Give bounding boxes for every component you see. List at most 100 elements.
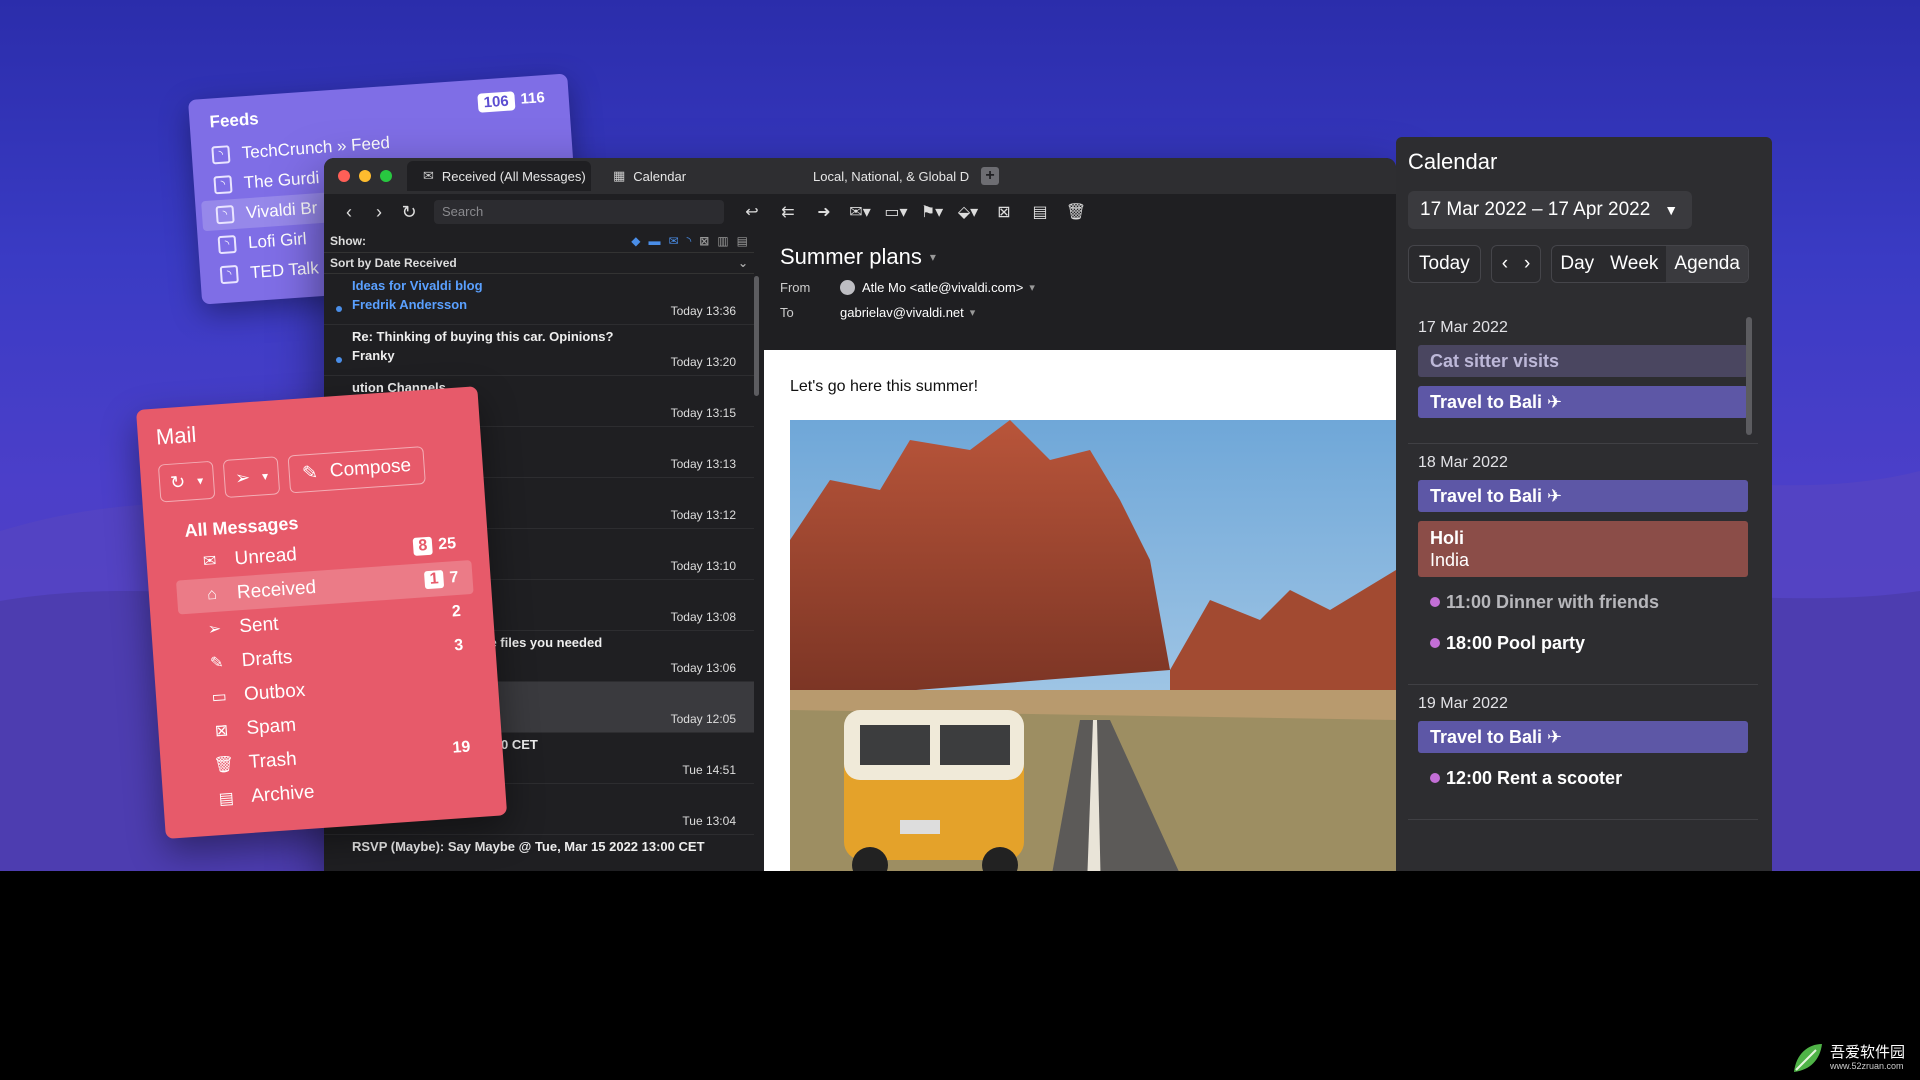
folder-counts: 2 — [451, 603, 461, 622]
send-icon: ➢ — [234, 466, 251, 488]
desktop-background: Feeds 106 116 ◝ TechCrunch » Feed ◝ The Gu… — [0, 0, 1920, 871]
filter-spam-icon[interactable]: ⊠ — [699, 234, 709, 248]
date-range-dropdown[interactable]: 17 Mar 2022 – 17 Apr 2022 ▼ — [1408, 191, 1693, 229]
toolbar: ‹ › ↻ Search ↩ ⇇ ➜ ✉▾ ▭▾ ⚑▾ ⬙▾ ⊠ ▤ 🗑 — [324, 194, 1396, 230]
chevron-down-icon[interactable]: ▾ — [930, 250, 936, 264]
calendar-event[interactable]: Travel to Bali ✈ — [1418, 480, 1748, 512]
tab-calendar[interactable]: ▦ Calendar — [597, 161, 783, 191]
message-subject: Summer plans ▾ — [780, 244, 936, 269]
view-day[interactable]: Day — [1552, 246, 1602, 282]
archive-icon: ▤ — [218, 790, 235, 809]
chevron-left-icon[interactable]: ‹ — [1502, 253, 1508, 275]
mail-toolbar: ↻ ▾ ➢ ▾ ✎ Compose — [157, 443, 466, 503]
rss-icon: ◝ — [213, 175, 233, 195]
message-time: Today 13:06 — [670, 661, 736, 675]
message-row[interactable]: Re: Thinking of buying this car. Opinion… — [324, 325, 754, 376]
agenda-date: 19 Mar 2022 — [1418, 695, 1508, 712]
send-options-button[interactable]: ➢ ▾ — [222, 456, 281, 498]
chevron-down-icon: ▾ — [261, 468, 269, 484]
folder-label: Drafts — [241, 646, 294, 672]
calendar-event[interactable]: Cat sitter visits — [1418, 345, 1748, 377]
move-folder-icon[interactable]: ▭▾ — [880, 202, 912, 222]
event-title: Travel to Bali ✈ — [1430, 486, 1563, 506]
sender-address[interactable]: Atle Mo <atle@vivaldi.com> — [862, 280, 1023, 295]
trash-icon: 🗑 — [213, 756, 235, 775]
message-time: Today 13:15 — [670, 406, 736, 420]
watermark: 吾爱软件园 www.52zruan.com — [1790, 1040, 1905, 1076]
message-list-scrollbar[interactable] — [754, 276, 759, 396]
tag-icon[interactable]: ⬙▾ — [952, 202, 984, 222]
zoom-window-button[interactable] — [380, 170, 392, 182]
unread-count: 8 — [412, 536, 434, 556]
calendar-event[interactable]: Travel to Bali ✈ — [1418, 721, 1748, 753]
watermark-title: 吾爱软件园 — [1830, 1044, 1906, 1061]
filter-feed-icon[interactable]: ◝ — [687, 234, 692, 248]
tab-bar: ✉ Received (All Messages) ▦ Calendar Local… — [324, 158, 1396, 194]
unread-dot-icon — [336, 306, 342, 312]
chevron-right-icon[interactable]: › — [1524, 253, 1530, 275]
event-title: Travel to Bali ✈ — [1430, 727, 1563, 747]
message-subject: Re: Thinking of buying this car. Opinion… — [352, 329, 614, 344]
chevron-down-icon[interactable]: ▾ — [970, 306, 976, 319]
filter-folder-icon[interactable]: ▬ — [649, 234, 661, 248]
view-switcher: Day Week Agenda — [1551, 245, 1749, 283]
calendar-panel: Calendar 17 Mar 2022 – 17 Apr 2022 ▼ Toda… — [1396, 137, 1772, 871]
close-window-button[interactable] — [338, 170, 350, 182]
archive-icon[interactable]: ▤ — [1024, 202, 1056, 222]
feeds-unread-badge: 106 — [477, 91, 516, 113]
trash-icon[interactable]: 🗑 — [1060, 202, 1092, 222]
mark-read-icon[interactable]: ✉▾ — [844, 202, 876, 222]
back-icon[interactable]: ‹ — [334, 202, 364, 223]
agenda-date: 18 Mar 2022 — [1418, 454, 1508, 471]
total-count: 7 — [448, 568, 460, 587]
message-row[interactable]: Ideas for Vivaldi blog Fredrik Andersson T… — [324, 274, 754, 325]
calendar-event[interactable]: Holi India — [1418, 521, 1748, 577]
message-subject: Ideas for Vivaldi blog — [352, 278, 483, 293]
calendar-nav: Today ‹ › Day Week Agenda — [1408, 245, 1760, 283]
sort-dropdown[interactable]: Sort by Date Received ⌄ — [324, 252, 754, 274]
view-agenda[interactable]: Agenda — [1666, 246, 1748, 282]
new-tab-button[interactable]: + — [981, 167, 999, 185]
chevron-down-icon[interactable]: ▾ — [1029, 281, 1035, 294]
reply-all-icon[interactable]: ⇇ — [772, 202, 804, 222]
reading-pane: Summer plans ▾ From Atle Mo <atle@vivaldi… — [764, 230, 1396, 871]
filter-mail-icon[interactable]: ✉ — [669, 234, 679, 248]
calendar-event[interactable]: 11:00 Dinner with friends — [1418, 586, 1748, 618]
forward-icon[interactable]: › — [364, 202, 394, 223]
message-text: Let's go here this summer! — [790, 378, 979, 395]
message-row[interactable]: RSVP (Maybe): Say Maybe @ Tue, Mar 15 20… — [324, 835, 754, 871]
calendar-event[interactable]: Travel to Bali ✈ — [1418, 386, 1748, 418]
compose-button[interactable]: ✎ Compose — [287, 446, 426, 494]
event-subtitle: India — [1430, 550, 1470, 570]
folder-counts: 3 — [454, 637, 464, 656]
event-title: 12:00 Rent a scooter — [1446, 768, 1623, 788]
spam-icon[interactable]: ⊠ — [988, 202, 1020, 222]
get-mail-button[interactable]: ↻ ▾ — [157, 460, 216, 503]
refresh-icon: ↻ — [169, 471, 186, 493]
calendar-event[interactable]: 18:00 Pool party — [1418, 627, 1748, 659]
folder-counts: 17 — [424, 568, 460, 590]
tab-news[interactable]: Local, National, & Global D — [789, 161, 975, 191]
message-time: Today 13:10 — [670, 559, 736, 573]
today-button[interactable]: Today — [1408, 245, 1481, 283]
chevron-down-icon: ⌄ — [737, 256, 748, 270]
search-input[interactable]: Search — [434, 200, 724, 224]
forward-mail-icon[interactable]: ➜ — [808, 202, 840, 222]
folder-label: Archive — [250, 781, 316, 807]
reload-icon[interactable]: ↻ — [394, 202, 424, 223]
calendar-event[interactable]: 12:00 Rent a scooter — [1418, 762, 1748, 794]
view-week[interactable]: Week — [1602, 246, 1666, 282]
filter-trash-icon[interactable]: ▥ — [717, 234, 728, 248]
filter-archive-icon[interactable]: ▤ — [737, 234, 748, 248]
minimize-window-button[interactable] — [359, 170, 371, 182]
flag-icon[interactable]: ⚑▾ — [916, 202, 948, 222]
agenda-list: 17 Mar 2022 Cat sitter visits Travel to Ba… — [1408, 309, 1758, 871]
mail-panel: Mail ↻ ▾ ➢ ▾ ✎ Compose All Messages ✉ Unread… — [136, 386, 508, 839]
leaf-logo-icon — [1794, 1044, 1822, 1072]
agenda-scrollbar[interactable] — [1746, 317, 1752, 435]
reply-icon[interactable]: ↩ — [736, 202, 768, 222]
filter-unread-icon[interactable]: ◆ — [631, 234, 640, 248]
unread-dot-icon — [336, 357, 342, 363]
tab-received[interactable]: ✉ Received (All Messages) — [407, 161, 591, 191]
recipient-address[interactable]: gabrielav@vivaldi.net — [840, 305, 964, 320]
